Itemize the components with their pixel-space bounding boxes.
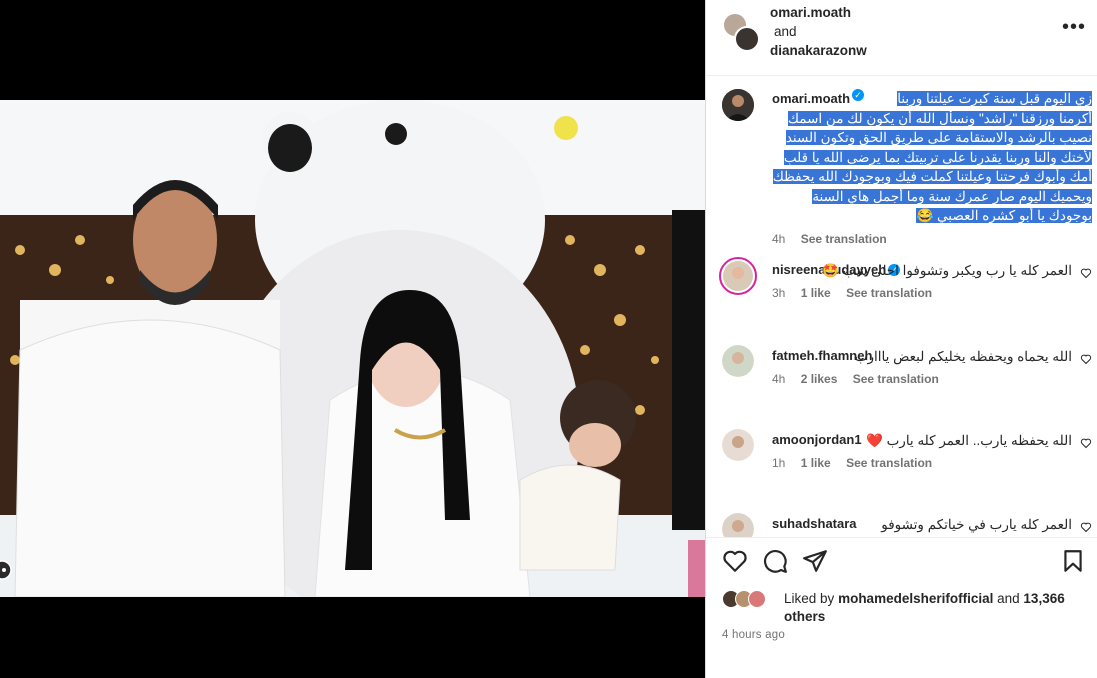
comment-meta: 1h 1 like See translation (772, 456, 1072, 470)
comment-time[interactable]: 3h (772, 286, 785, 300)
comment-likes[interactable]: 1 like (801, 286, 831, 300)
send-icon[interactable] (802, 548, 828, 574)
see-translation-link[interactable]: See translation (801, 232, 887, 246)
comment-likes[interactable]: 2 likes (801, 372, 838, 386)
comments-list[interactable]: omari.moath ✓ زي اليوم قبل سنة كبرت عيلتن… (706, 77, 1097, 537)
header-joiner: and (774, 24, 797, 39)
heart-icon[interactable] (722, 548, 748, 574)
post-timestamp[interactable]: 4 hours ago (722, 629, 785, 641)
comment-likes[interactable]: 1 like (801, 456, 831, 470)
comment-meta: 3h 1 like See translation (772, 286, 1072, 300)
likes-suffix[interactable]: others (784, 609, 825, 624)
likes-summary: Liked by mohamedelsherifofficial and 13,… (722, 590, 1082, 626)
verified-badge-icon: ✓ (852, 89, 865, 101)
avatar[interactable] (722, 89, 754, 121)
header-username-1[interactable]: omari.moath (770, 3, 867, 22)
more-horizontal-icon: ••• (1062, 16, 1087, 38)
comment-icon[interactable] (762, 548, 788, 574)
avatar[interactable] (719, 257, 757, 295)
comment-time[interactable]: 4h (772, 372, 785, 386)
comment-like-heart-icon[interactable] (1080, 267, 1092, 279)
comment-like-heart-icon[interactable] (1080, 353, 1092, 365)
header-username-2[interactable]: dianakarazonw (770, 41, 867, 60)
more-options-button[interactable]: ••• (1062, 17, 1086, 40)
caption-body: زي اليوم قبل سنة كبرت عيلتنا وربنا أكرمن… (772, 91, 1092, 223)
comment-avatar-image (722, 429, 754, 461)
see-translation-link[interactable]: See translation (846, 286, 932, 300)
comment-avatar-image (722, 345, 754, 377)
comment-username[interactable]: suhadshatara (772, 516, 857, 531)
likes-prefix: Liked by (784, 591, 835, 606)
avatar (748, 590, 766, 608)
see-translation-link[interactable]: See translation (846, 456, 932, 470)
see-translation-link[interactable]: See translation (853, 372, 939, 386)
post-sidebar: omari.moath and dianakarazonw ••• omari.… (705, 0, 1097, 678)
bookmark-icon[interactable] (1060, 548, 1086, 574)
liked-by-username[interactable]: mohamedelsherifofficial (838, 591, 993, 606)
post-actions: Liked by mohamedelsherifofficial and 13,… (706, 537, 1097, 678)
comment-time[interactable]: 1h (772, 456, 785, 470)
avatar[interactable] (722, 345, 754, 377)
comment-avatar-image (722, 513, 754, 537)
comment-avatar-image (723, 261, 753, 291)
avatar[interactable] (734, 26, 760, 52)
comment-like-heart-icon[interactable] (1080, 437, 1092, 449)
post-media[interactable] (0, 0, 705, 678)
avatar[interactable] (722, 513, 754, 537)
comment-like-heart-icon[interactable] (1080, 521, 1092, 533)
family-photo-illustration (0, 100, 705, 597)
avatar[interactable] (722, 429, 754, 461)
caption-text: omari.moath ✓ زي اليوم قبل سنة كبرت عيلتن… (772, 89, 1092, 226)
liker-avatars[interactable] (722, 590, 778, 610)
caption-meta: 4h See translation (772, 232, 1092, 246)
comment-meta: 4h 2 likes See translation (772, 372, 1072, 386)
media-tag-icon[interactable] (0, 560, 14, 580)
caption-avatar-image (722, 89, 754, 121)
post-photo[interactable] (0, 100, 705, 597)
likes-joiner: and (997, 591, 1020, 606)
likes-count[interactable]: 13,366 (1023, 591, 1064, 606)
post-header: omari.moath and dianakarazonw ••• (706, 0, 1097, 76)
collab-names: omari.moath and dianakarazonw (770, 3, 867, 60)
comment-username[interactable]: amoonjordan1 (772, 432, 862, 447)
collab-avatars[interactable] (722, 12, 762, 52)
caption-username[interactable]: omari.moath (772, 89, 850, 109)
caption-time[interactable]: 4h (772, 232, 785, 246)
